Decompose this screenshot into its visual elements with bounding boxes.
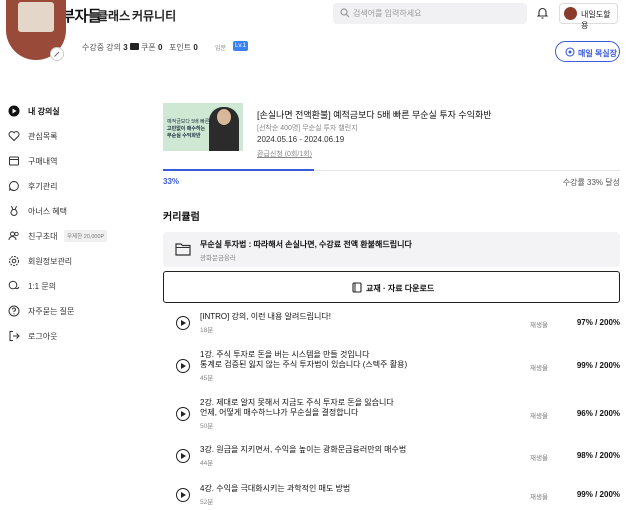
play-icon[interactable] (176, 407, 190, 421)
folder-author: 광화문금융러 (200, 255, 236, 262)
user-name: 내일도할용 (581, 10, 611, 30)
lesson-title: 4강. 수익을 극대화시키는 과학적인 매도 방법 (200, 484, 351, 493)
lesson-title: 2강. 제대로 알지 못해서 지금도 주식 투자로 돈을 잃습니다 언제, 어떻게… (200, 398, 394, 417)
avatar (564, 7, 577, 20)
replay-label: 재생율 (530, 413, 548, 420)
lesson-title: 3강. 원금을 지키면서, 수익을 높이는 광화문금융러만의 매수법 (200, 445, 407, 454)
sidebar-item-logout[interactable]: 로그아웃 (8, 329, 148, 345)
sidebar-item-wishlist[interactable]: 관심목록 (8, 129, 148, 145)
search-placeholder: 검색어를 입력하세요 (353, 9, 422, 18)
play-icon[interactable] (176, 488, 190, 502)
replay-rate: 99% / 200% (576, 361, 620, 370)
lesson-duration: 44분 (200, 460, 214, 467)
download-materials-button[interactable]: 교재 · 자료 다운로드 (163, 271, 620, 303)
progress-percent: 33% (163, 177, 180, 186)
pencil-icon (54, 51, 60, 57)
nav-community[interactable]: 커뮤니티 (132, 7, 176, 24)
sidebar-item-inquiry[interactable]: 1:1 문의 (8, 279, 148, 295)
edit-avatar-button[interactable] (50, 47, 64, 61)
sidebar-item-faq[interactable]: 자주묻는 질문 (8, 304, 148, 320)
curriculum-title: 커리큘럼 (163, 212, 200, 223)
sidebar-item-account[interactable]: 회원정보관리 (8, 254, 148, 270)
lesson-duration: 50분 (200, 423, 214, 430)
chat-icon (9, 180, 19, 191)
play-circle-icon (8, 105, 20, 117)
search-input[interactable]: 검색어를 입력하세요 (333, 3, 527, 24)
refund-link[interactable]: 환급신청 (0회/1회) (257, 149, 312, 159)
course-subtitle: [선착순 400명] 무순실 투자 챌린지 (257, 125, 358, 132)
daily-check-button[interactable]: 매일 목실장 (555, 41, 620, 62)
sidebar-item-honors[interactable]: 아너스 혜택 (8, 204, 148, 220)
coupon-icon (130, 43, 139, 50)
replay-rate: 99% / 200% (576, 490, 620, 499)
folder-icon (175, 243, 191, 256)
sidebar-item-my-classroom[interactable]: 내 강의실 (8, 104, 148, 120)
question-icon (8, 305, 20, 317)
progress-text: 수강률 33% 달성 (562, 178, 620, 187)
play-icon[interactable] (176, 449, 190, 463)
book-icon (352, 282, 362, 293)
heart-icon (8, 131, 20, 142)
replay-label: 재생율 (530, 494, 548, 501)
replay-label: 재생율 (530, 455, 548, 462)
replay-rate: 97% / 200% (576, 318, 620, 327)
top-header: 월급쟁이부자들 클래스 커뮤니티 검색어를 입력하세요 내일도할용 (0, 0, 640, 30)
lesson-duration: 45분 (200, 375, 214, 382)
stat-points[interactable]: 포인트 0 (169, 42, 198, 53)
search-icon (340, 8, 350, 18)
receipt-icon (9, 156, 19, 166)
lesson-title: 1강. 주식 투자로 돈을 버는 시스템을 만들 것입니다 통계로 검증된 잃지 … (200, 350, 408, 369)
replay-label: 재생율 (530, 365, 548, 372)
medal-icon (10, 205, 18, 216)
replay-label: 재생율 (530, 322, 548, 329)
lesson-duration: 52분 (200, 499, 214, 506)
sidebar-item-invite[interactable]: 친구초대 무제한 20,000P (8, 229, 148, 245)
stat-courses: 수강중 강의 3 (82, 43, 128, 52)
course-thumbnail[interactable]: 예적금보다 5배 빠른 고민없이 매수하는 무순실 수익화반 (163, 103, 243, 151)
nav-class[interactable]: 클래스 (97, 7, 130, 24)
play-icon[interactable] (176, 316, 190, 330)
curriculum-folder[interactable]: 무순실 투자법 : 따라해서 손실나면, 수강료 전액 환불해드립니다 광화문금… (163, 232, 620, 267)
sidebar-item-purchases[interactable]: 구매내역 (8, 154, 148, 170)
level-label: 입문 (215, 46, 227, 52)
chat-bubbles-icon (8, 280, 20, 290)
profile-menu-button[interactable]: 내일도할용 (559, 3, 618, 30)
level-badge: Lv.1 (233, 41, 248, 51)
lesson-duration: 18분 (200, 327, 214, 334)
target-icon (565, 47, 575, 57)
replay-rate: 98% / 200% (576, 451, 620, 460)
gear-icon (9, 256, 19, 266)
lesson-title: [INTRO] 강의, 이런 내용 알려드립니다! (200, 312, 331, 321)
replay-rate: 96% / 200% (576, 409, 620, 418)
stat-coupons[interactable]: 쿠폰 0 (141, 42, 162, 53)
sidebar-item-reviews[interactable]: 후기관리 (8, 179, 148, 195)
progress-bar (163, 169, 314, 171)
play-icon[interactable] (176, 359, 190, 373)
folder-title: 무순실 투자법 : 따라해서 손실나면, 수강료 전액 환불해드립니다 (200, 240, 412, 249)
bell-icon[interactable] (537, 7, 548, 19)
friends-icon (8, 231, 19, 241)
invite-reward-badge: 무제한 20,000P (64, 230, 108, 242)
thumbnail-caption: 예적금보다 5배 빠른 고민없이 매수하는 무순실 수익화반 (167, 119, 210, 139)
logout-icon (9, 331, 20, 341)
course-title[interactable]: [손실나면 전액환불] 예적금보다 5배 빠른 무순실 투자 수익화반 (257, 108, 492, 121)
course-period: 2024.05.16 - 2024.06.19 (257, 135, 345, 144)
